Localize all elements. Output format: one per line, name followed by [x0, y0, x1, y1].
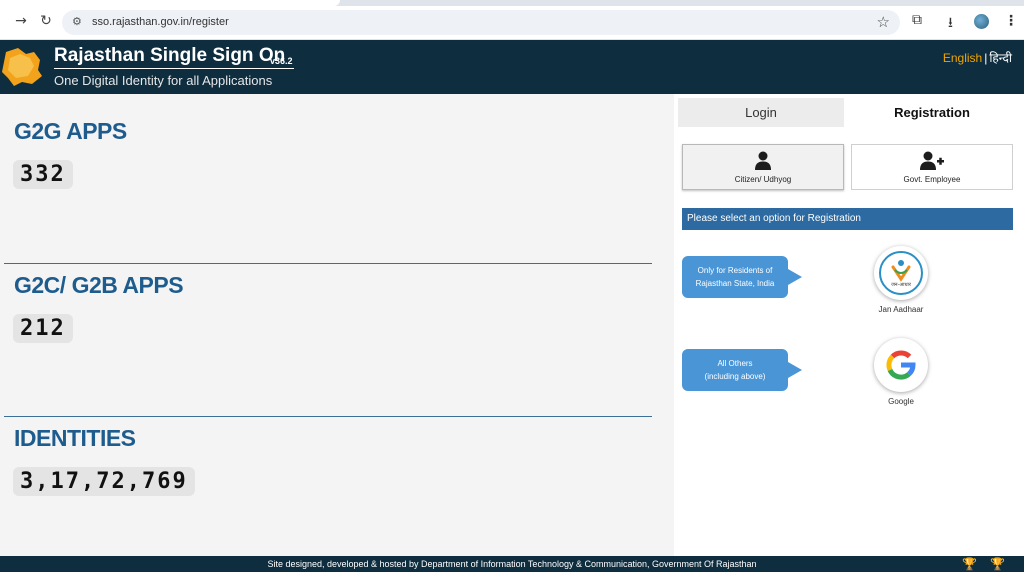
g2c-g2b-apps-title: G2C/ G2B APPS [14, 272, 184, 298]
trophy-icon: 🏆 [962, 557, 977, 571]
site-subtitle: One Digital Identity for all Application… [54, 73, 273, 88]
address-bar[interactable]: ⚙ sso.rajasthan.gov.in/register ☆ [62, 10, 900, 35]
download-icon[interactable]: ⭳ [948, 12, 953, 36]
registration-prompt-bar: Please select an option for Registration [682, 208, 1013, 230]
active-tab[interactable] [0, 0, 340, 6]
g2g-apps-count: 332 [13, 160, 73, 189]
divider [4, 263, 652, 264]
hindi-link[interactable]: हिन्दी [989, 51, 1012, 65]
residents-callout: Only for Residents of Rajasthan State, I… [682, 256, 802, 298]
g2g-apps-title: G2G APPS [14, 118, 127, 144]
footer-text: Site designed, developed & hosted by Dep… [267, 559, 757, 569]
language-switcher: English | हिन्दी [943, 49, 1012, 66]
trophy-icon: 🏆 [990, 557, 1005, 571]
language-separator: | [984, 51, 988, 65]
url-text[interactable]: sso.rajasthan.gov.in/register [92, 16, 229, 28]
residents-callout-line2: Rajasthan State, India [695, 279, 775, 288]
rajasthan-map-logo [2, 48, 42, 86]
jan-aadhaar-logo-text: जन-आधार [891, 282, 912, 288]
menu-icon[interactable]: ⋮ [1004, 12, 1018, 29]
jan-aadhaar-label: Jan Aadhaar [878, 305, 924, 314]
stats-section: G2G APPS 332 G2C/ G2B APPS 212 IDENTITIE… [0, 94, 674, 556]
site-header: Rajasthan Single Sign On v36.2 One Digit… [0, 40, 1024, 94]
extensions-icon[interactable]: ⧉ [912, 12, 922, 28]
auth-panel: Login Registration Citizen/ Udhyog Govt.… [674, 94, 1024, 556]
site-footer: Site designed, developed & hosted by Dep… [0, 556, 1024, 572]
google-button[interactable] [874, 338, 928, 392]
browser-toolbar: → ↻ ⚙ sso.rajasthan.gov.in/register ☆ ⧉ … [0, 0, 1024, 40]
others-callout-line1: All Others [717, 359, 753, 368]
govt-employee-option[interactable]: Govt. Employee [851, 144, 1013, 190]
jan-aadhaar-logo-icon: जन-आधार [879, 251, 923, 295]
tab-strip [0, 0, 1024, 6]
english-link[interactable]: English [943, 51, 982, 65]
others-callout: All Others (including above) [682, 349, 802, 391]
citizen-udhyog-option[interactable]: Citizen/ Udhyog [682, 144, 844, 190]
profile-icon[interactable] [974, 14, 989, 29]
residents-callout-line1: Only for Residents of [697, 266, 773, 275]
reload-icon[interactable]: ↻ [37, 12, 55, 30]
user-plus-icon [920, 151, 944, 170]
google-label: Google [888, 397, 914, 406]
site-info-icon[interactable]: ⚙ [72, 15, 82, 28]
google-g-icon [886, 350, 916, 380]
tab-registration[interactable]: Registration [846, 98, 1018, 127]
user-icon [755, 151, 771, 170]
version-label: v36.2 [270, 56, 293, 66]
back-icon[interactable]: → [12, 12, 30, 30]
divider [4, 416, 652, 417]
tab-login[interactable]: Login [678, 98, 844, 127]
bookmark-star-icon[interactable]: ☆ [877, 13, 890, 31]
title-underline [54, 68, 294, 69]
g2c-g2b-apps-count: 212 [13, 314, 73, 343]
site-title[interactable]: Rajasthan Single Sign On [54, 45, 285, 67]
citizen-udhyog-label: Citizen/ Udhyog [734, 175, 792, 184]
identities-count: 3,17,72,769 [13, 467, 195, 496]
others-callout-line2: (including above) [704, 372, 766, 381]
jan-aadhaar-button[interactable]: जन-आधार [874, 246, 928, 300]
identities-title: IDENTITIES [14, 425, 136, 451]
govt-employee-label: Govt. Employee [903, 175, 961, 184]
